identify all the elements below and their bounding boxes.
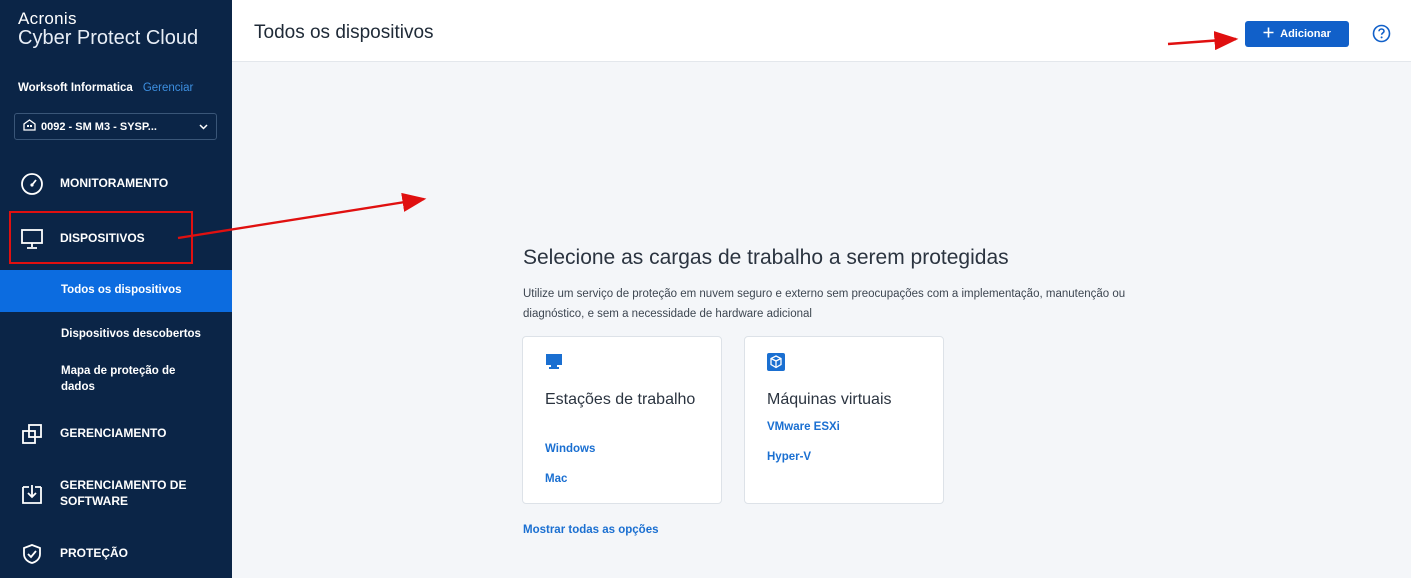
brand-name: Acronis (18, 9, 77, 28)
sidebar-item-discovered-devices[interactable]: Dispositivos descobertos (0, 322, 232, 348)
sidebar-item-label: Mapa de proteção de dados (61, 365, 176, 393)
virtual-machines-card: Máquinas virtuais VMware ESXi Hyper-V (744, 336, 944, 504)
nav-monitoring-label: MONITORAMENTO (60, 176, 169, 191)
nav-protection-label: PROTEÇÃO (60, 546, 129, 561)
download-box-icon (10, 483, 54, 505)
sidebar: Acronis Cyber Protect Cloud Worksoft Inf… (0, 0, 232, 578)
desktop-icon (545, 353, 563, 376)
page-title: Todos os dispositivos (254, 22, 434, 43)
chevron-down-icon (199, 121, 208, 133)
nav-management[interactable]: GERENCIAMENTO (0, 420, 232, 448)
vm-box-icon (767, 353, 785, 376)
windows-link[interactable]: Windows (545, 443, 595, 455)
show-all-options-link[interactable]: Mostrar todas as opções (523, 524, 658, 536)
sidebar-item-label: Todos os dispositivos (61, 284, 182, 297)
building-icon (23, 119, 36, 134)
add-button[interactable]: Adicionar (1245, 21, 1349, 47)
tenant-selector[interactable]: 0092 - SM M3 - SYSP... (14, 113, 217, 140)
plus-icon (1263, 27, 1274, 41)
gauge-icon (10, 172, 54, 196)
annotation-highlight-box (9, 211, 193, 264)
vmware-esxi-link[interactable]: VMware ESXi (767, 421, 840, 433)
nav-protection[interactable]: PROTEÇÃO (0, 540, 232, 568)
sidebar-item-all-devices[interactable]: Todos os dispositivos (0, 270, 232, 312)
org-row: Worksoft Informatica Gerenciar (18, 82, 193, 94)
brand-product: Cyber Protect Cloud (18, 26, 199, 49)
help-icon[interactable] (1372, 24, 1391, 48)
card-title: Estações de trabalho (545, 391, 696, 408)
shield-check-icon (10, 543, 54, 565)
workstations-card: Estações de trabalho Windows Mac (522, 336, 722, 504)
card-title: Máquinas virtuais (767, 391, 892, 408)
brand-logo: Acronis Cyber Protect Cloud (18, 10, 198, 49)
hyper-v-link[interactable]: Hyper-V (767, 451, 811, 463)
nav-software-management[interactable]: GERENCIAMENTO DE SOFTWARE (0, 476, 232, 512)
nav-software-label: GERENCIAMENTO DE SOFTWARE (60, 478, 187, 508)
management-icon (10, 423, 54, 445)
org-name: Worksoft Informatica (18, 82, 133, 94)
sidebar-item-protection-map[interactable]: Mapa de proteção de dados (0, 360, 232, 400)
manage-link[interactable]: Gerenciar (143, 82, 194, 94)
workload-description: Utilize um serviço de proteção em nuvem … (523, 288, 1126, 320)
add-button-label: Adicionar (1280, 28, 1331, 40)
workload-heading: Selecione as cargas de trabalho a serem … (523, 246, 1009, 269)
nav-monitoring[interactable]: MONITORAMENTO (0, 170, 232, 198)
mac-link[interactable]: Mac (545, 473, 567, 485)
top-header: Todos os dispositivos Adicionar (232, 0, 1411, 62)
nav-management-label: GERENCIAMENTO (60, 426, 167, 441)
sidebar-item-label: Dispositivos descobertos (61, 328, 201, 341)
tenant-value: 0092 - SM M3 - SYSP... (41, 120, 157, 133)
